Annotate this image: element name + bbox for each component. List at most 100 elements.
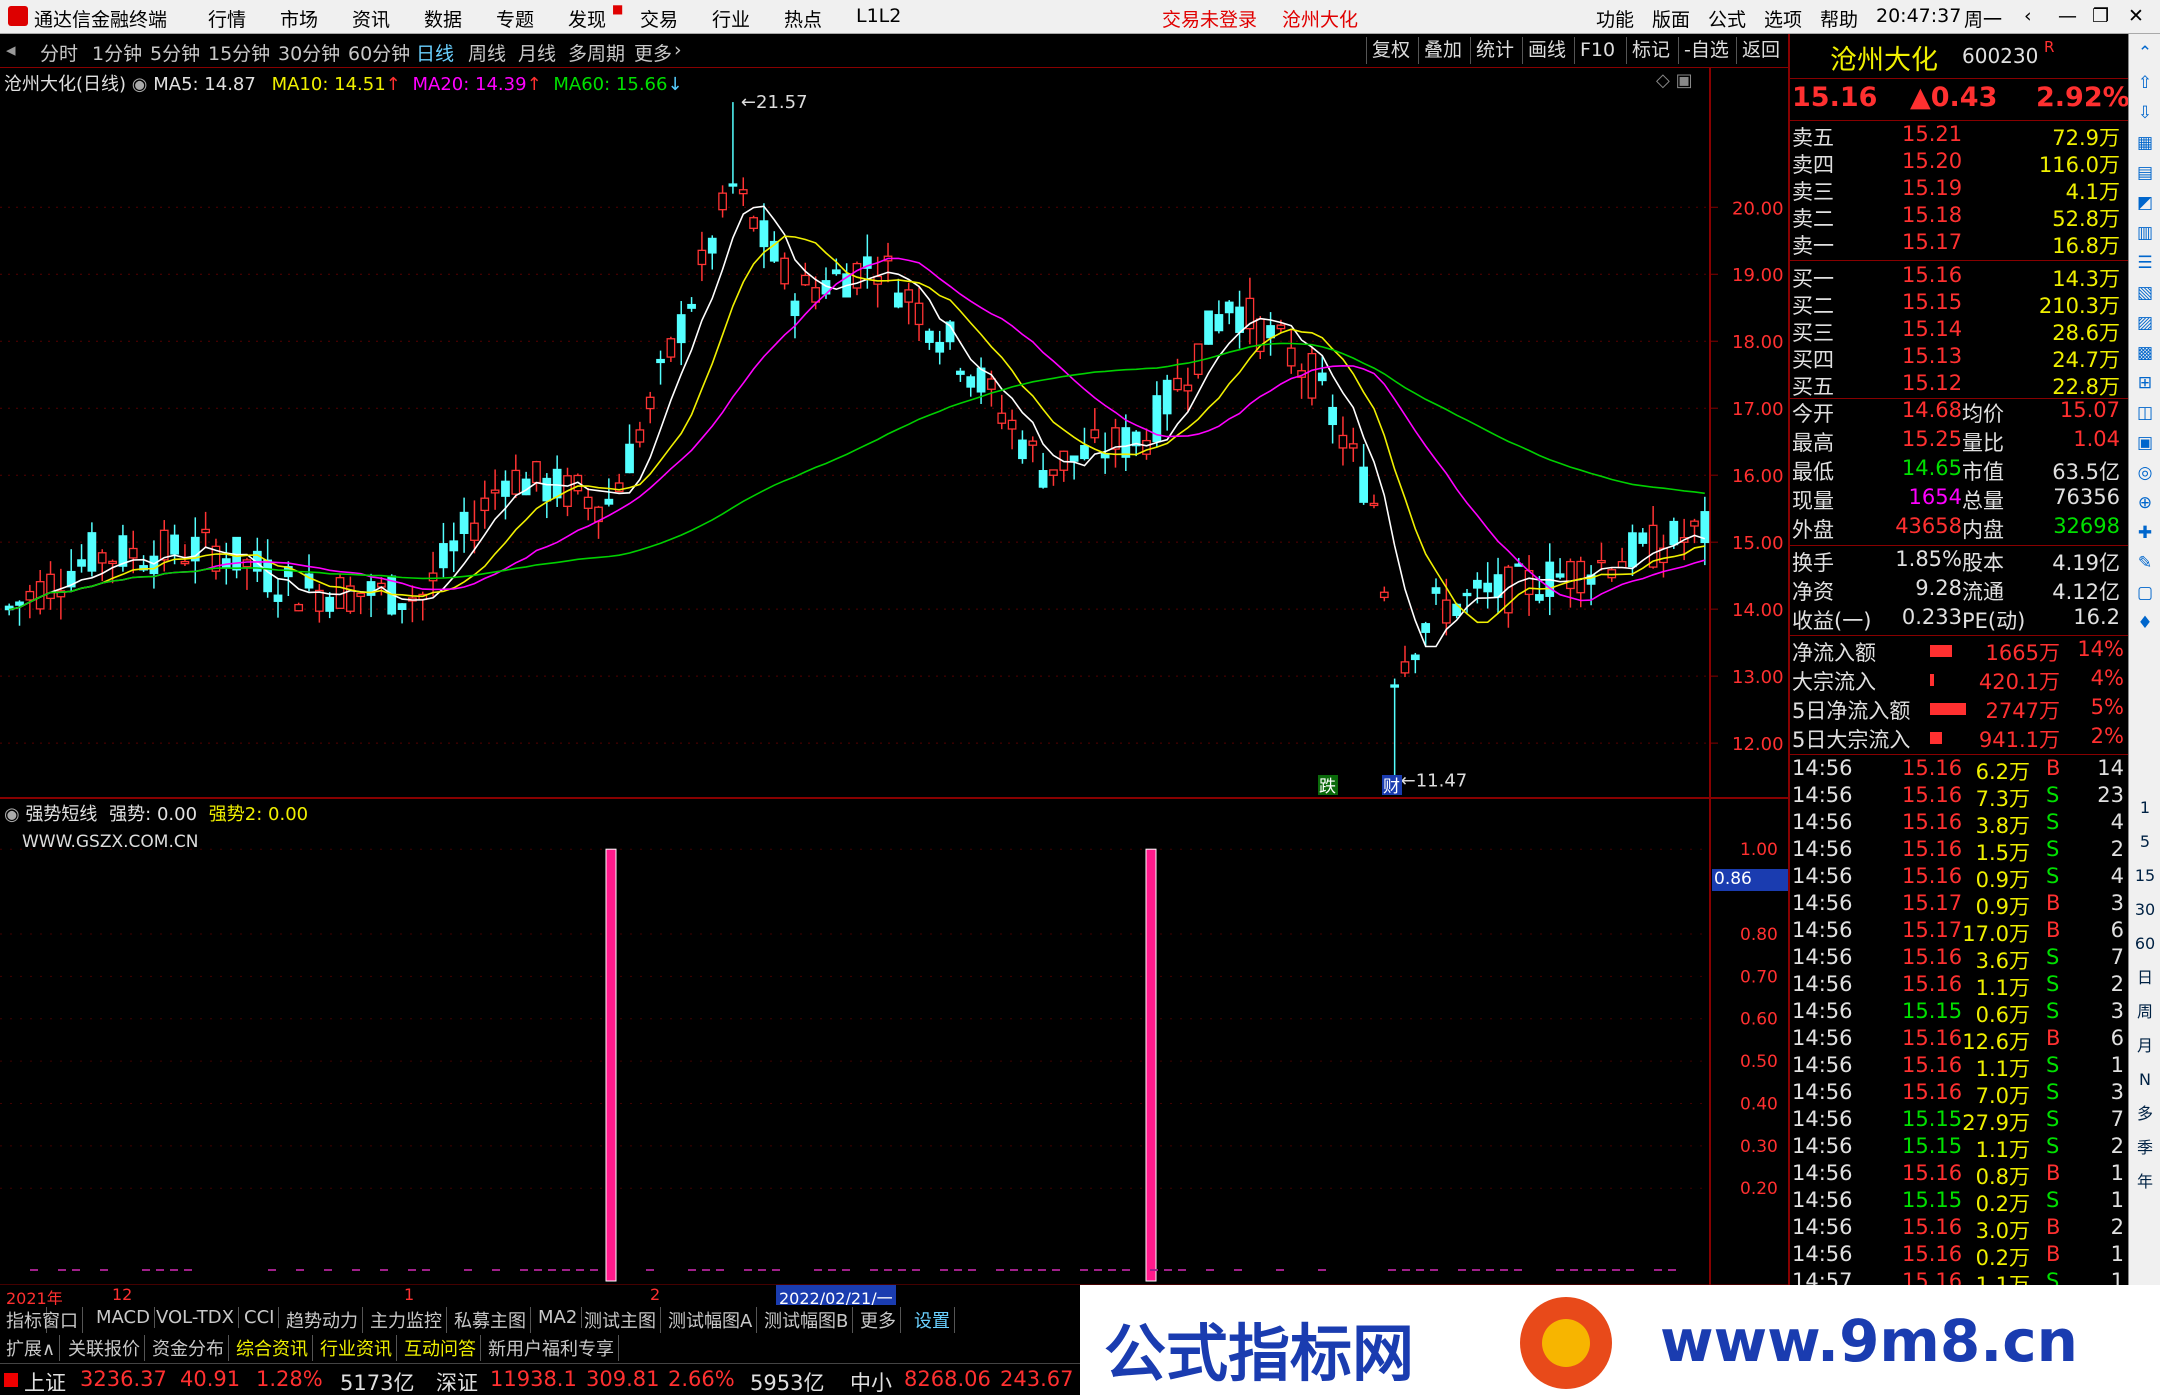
sidebar-period-button[interactable]: 多 <box>2132 1100 2158 1128</box>
period-1min[interactable]: 1分钟 <box>92 39 142 66</box>
tick-row[interactable]: 14:56 15.16 6.2万 B 14 <box>1790 756 2130 784</box>
sidebar-tool-icon[interactable]: ▧ <box>2132 280 2158 306</box>
flow-row[interactable]: 5日大宗流入 941.1万 2% <box>1790 724 2130 752</box>
sidebar-tool-icon[interactable]: ⊕ <box>2132 490 2158 516</box>
tick-row[interactable]: 14:56 15.16 7.3万 S 23 <box>1790 783 2130 811</box>
info-tab[interactable]: 扩展∧ <box>2 1335 61 1361</box>
stat-row[interactable]: 最低 14.65 市值 63.5亿 <box>1790 456 2130 484</box>
sidebar-period-button[interactable]: 日 <box>2132 964 2158 992</box>
period-week[interactable]: 周线 <box>468 39 506 66</box>
menu-zhuanti[interactable]: 专题 <box>496 5 534 32</box>
tick-row[interactable]: 14:56 15.16 3.8万 S 4 <box>1790 810 2130 838</box>
sidebar-tool-icon[interactable]: ♦ <box>2132 610 2158 636</box>
collapse-icon[interactable]: ◂ <box>6 39 16 61</box>
sidebar-period-button[interactable]: N <box>2132 1066 2158 1094</box>
indicator-tab[interactable]: VOL-TDX <box>152 1307 239 1328</box>
tick-row[interactable]: 14:56 15.15 0.2万 S 1 <box>1790 1188 2130 1216</box>
tick-row[interactable]: 14:56 15.16 3.0万 B 2 <box>1790 1215 2130 1243</box>
sidebar-tool-icon[interactable]: ▣ <box>2132 430 2158 456</box>
stat2-row[interactable]: 净资 9.28 流通 4.12亿 <box>1790 576 2130 604</box>
sidebar-period-button[interactable]: 60 <box>2132 930 2158 958</box>
period-multi[interactable]: 多周期 <box>568 39 625 66</box>
sidebar-tool-icon[interactable]: ▥ <box>2132 220 2158 246</box>
sidebar-period-button[interactable]: 周 <box>2132 998 2158 1026</box>
sidebar-tool-icon[interactable]: ✎ <box>2132 550 2158 576</box>
info-tab[interactable]: 新用户福利专享 <box>484 1335 619 1361</box>
menu-gongneng[interactable]: 功能 <box>1596 5 1634 32</box>
period-fenshi[interactable]: 分时 <box>40 39 78 66</box>
sidebar-tool-icon[interactable]: ◎ <box>2132 460 2158 486</box>
stat-row[interactable]: 外盘 43658 内盘 32698 <box>1790 514 2130 542</box>
sidebar-tool-icon[interactable]: ⇧ <box>2132 70 2158 96</box>
menu-shuju[interactable]: 数据 <box>424 5 462 32</box>
bid-row[interactable]: 买五 15.12 22.8万 <box>1790 371 2130 399</box>
sidebar-tool-icon[interactable]: ⌃ <box>2132 40 2158 66</box>
sidebar-tool-icon[interactable]: ◫ <box>2132 400 2158 426</box>
tick-row[interactable]: 14:56 15.16 7.0万 S 3 <box>1790 1080 2130 1108</box>
tick-row[interactable]: 14:56 15.16 3.6万 S 7 <box>1790 945 2130 973</box>
tick-row[interactable]: 14:56 15.16 0.2万 B 1 <box>1790 1242 2130 1270</box>
menu-redian[interactable]: 热点 <box>784 5 822 32</box>
period-30min[interactable]: 30分钟 <box>278 39 340 66</box>
tick-row[interactable]: 14:56 15.16 1.1万 S 1 <box>1790 1053 2130 1081</box>
sidebar-period-button[interactable]: 季 <box>2132 1134 2158 1162</box>
info-tab[interactable]: 关联报价 <box>64 1335 145 1361</box>
chart-canvas[interactable]: 20.00 19.00 18.00 17.00 16.00 15.00 14.00 13.00… <box>0 68 1788 1285</box>
ask-row[interactable]: 卖四 15.20 116.0万 <box>1790 149 2130 177</box>
menu-jiaoyi[interactable]: 交易 <box>640 5 678 32</box>
btn-biaoji[interactable]: 标记 <box>1626 37 1675 64</box>
ask-row[interactable]: 卖二 15.18 52.8万 <box>1790 203 2130 231</box>
tick-row[interactable]: 14:56 15.17 17.0万 B 6 <box>1790 918 2130 946</box>
btn-zixuan[interactable]: -自选 <box>1678 37 1734 64</box>
stat-row[interactable]: 现量 1654 总量 76356 <box>1790 485 2130 513</box>
flow-row[interactable]: 大宗流入 420.1万 4% <box>1790 666 2130 694</box>
chart-window-icons[interactable]: ◇ ▣ <box>1656 70 1693 91</box>
menu-shichang[interactable]: 市场 <box>280 5 318 32</box>
close-icon[interactable]: ✕ <box>2128 5 2144 27</box>
stat2-row[interactable]: 换手 1.85% 股本 4.19亿 <box>1790 547 2130 575</box>
indicator-tab[interactable]: 私募主图 <box>450 1307 531 1333</box>
tick-row[interactable]: 14:56 15.16 1.1万 S 2 <box>1790 972 2130 1000</box>
info-tab[interactable]: 资金分布 <box>148 1335 229 1361</box>
indicator-tab[interactable]: 测试幅图A <box>664 1307 758 1333</box>
login-status[interactable]: 交易未登录 <box>1162 5 1257 32</box>
ask-row[interactable]: 卖五 15.21 72.9万 <box>1790 122 2130 150</box>
sidebar-tool-icon[interactable]: ⇩ <box>2132 100 2158 126</box>
bid-row[interactable]: 买三 15.14 28.6万 <box>1790 317 2130 345</box>
info-tab[interactable]: 互动问答 <box>400 1335 481 1361</box>
indicator-tab[interactable]: 测试主图 <box>580 1307 661 1333</box>
period-5min[interactable]: 5分钟 <box>150 39 200 66</box>
sidebar-period-button[interactable]: 1 <box>2132 794 2158 822</box>
tick-row[interactable]: 14:56 15.16 0.8万 B 1 <box>1790 1161 2130 1189</box>
sidebar-tool-icon[interactable]: ▩ <box>2132 340 2158 366</box>
indicator-tab[interactable]: 更多 <box>856 1307 901 1333</box>
flow-row[interactable]: 净流入额 1665万 14% <box>1790 637 2130 665</box>
tick-row[interactable]: 14:56 15.15 1.1万 S 2 <box>1790 1134 2130 1162</box>
stat-row[interactable]: 今开 14.68 均价 15.07 <box>1790 398 2130 426</box>
indicator-tab[interactable]: 主力监控 <box>366 1307 447 1333</box>
sidebar-tool-icon[interactable]: ▤ <box>2132 160 2158 186</box>
sidebar-tool-icon[interactable]: ▢ <box>2132 580 2158 606</box>
tick-row[interactable]: 14:56 15.15 0.6万 S 3 <box>1790 999 2130 1027</box>
menu-bangzhu[interactable]: 帮助 <box>1820 5 1858 32</box>
sub-settings-icon[interactable]: ◉ <box>4 804 25 825</box>
sidebar-tool-icon[interactable]: ▦ <box>2132 130 2158 156</box>
restore-icon[interactable]: ❐ <box>2092 5 2109 27</box>
bid-row[interactable]: 买二 15.15 210.3万 <box>1790 290 2130 318</box>
btn-fuquan[interactable]: 复权 <box>1366 37 1415 64</box>
stat2-row[interactable]: 收益(一) 0.233 PE(动) 16.2 <box>1790 605 2130 633</box>
sidebar-tool-icon[interactable]: ✚ <box>2132 520 2158 546</box>
indicator-tab[interactable]: MACD <box>92 1307 155 1328</box>
btn-huaxian[interactable]: 画线 <box>1522 37 1571 64</box>
tick-row[interactable]: 14:56 15.15 27.9万 S 7 <box>1790 1107 2130 1135</box>
btn-tongji[interactable]: 统计 <box>1470 37 1519 64</box>
menu-hangqing[interactable]: 行情 <box>208 5 246 32</box>
ask-row[interactable]: 卖一 15.17 16.8万 <box>1790 230 2130 258</box>
menu-zixun[interactable]: 资讯 <box>352 5 390 32</box>
period-day[interactable]: 日线 <box>416 39 454 66</box>
sidebar-tool-icon[interactable]: ▨ <box>2132 310 2158 336</box>
minimize-icon[interactable]: — <box>2058 5 2077 27</box>
indicator-tab[interactable]: 测试幅图B <box>760 1307 854 1333</box>
sidebar-period-button[interactable]: 年 <box>2132 1168 2158 1196</box>
back-arrow-icon[interactable]: ‹ <box>2024 5 2032 27</box>
